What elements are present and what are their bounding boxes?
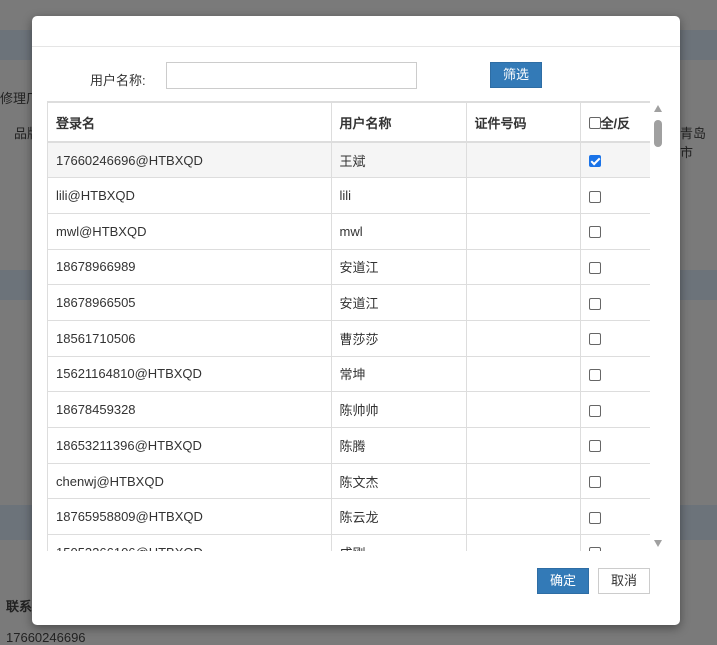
select-cell	[580, 427, 651, 464]
user-table: 登录名 用户名称 证件号码 全/反 17660246696@HTBXQD 王斌 …	[47, 101, 665, 551]
table-row[interactable]: mwl@HTBXQD mwl	[48, 213, 651, 250]
row-checkbox[interactable]	[588, 440, 601, 453]
select-cell	[580, 391, 651, 428]
user-name-cell: 成刚	[331, 534, 467, 551]
scroll-down-arrow-icon[interactable]	[654, 540, 662, 547]
id-number-cell	[466, 356, 581, 393]
filter-button[interactable]: 筛选	[490, 62, 542, 88]
table-row[interactable]: 15621164810@HTBXQD 常坤	[48, 356, 651, 393]
table-row[interactable]: 18678966989 安道江	[48, 249, 651, 286]
row-checkbox[interactable]	[588, 297, 601, 310]
user-select-dialog: 用户名称: 筛选 登录名 用户名称 证件号码 全/反 17660246696@H…	[32, 16, 680, 625]
id-number-cell	[466, 534, 581, 551]
select-all-label: 全/反	[600, 115, 631, 131]
login-name-cell: 15621164810@HTBXQD	[48, 356, 332, 393]
select-all-checkbox[interactable]	[588, 116, 601, 129]
id-number-cell	[466, 320, 581, 357]
select-cell	[580, 177, 651, 214]
id-number-cell	[466, 249, 581, 286]
scrollbar-thumb[interactable]	[654, 120, 662, 147]
id-number-cell	[466, 142, 581, 179]
login-name-cell: 18765958809@HTBXQD	[48, 498, 332, 536]
select-cell	[580, 356, 651, 393]
row-checkbox[interactable]	[588, 547, 601, 551]
user-name-cell: 陈帅帅	[331, 391, 467, 428]
confirm-button[interactable]: 确定	[537, 568, 589, 594]
user-name-cell: 曹莎莎	[331, 320, 467, 357]
select-cell	[580, 320, 651, 357]
background-label: 联系	[6, 599, 33, 614]
user-name-cell: 陈文杰	[331, 463, 467, 500]
row-checkbox[interactable]	[588, 511, 601, 524]
user-name-cell: 安道江	[331, 249, 467, 286]
header-user-name: 用户名称	[331, 103, 467, 143]
login-name-cell: 17660246696@HTBXQD	[48, 142, 332, 179]
select-cell	[580, 249, 651, 286]
table-row[interactable]: 17660246696@HTBXQD 王斌	[48, 142, 651, 179]
login-name-cell: lili@HTBXQD	[48, 177, 332, 214]
id-number-cell	[466, 177, 581, 214]
login-name-cell: mwl@HTBXQD	[48, 213, 332, 250]
table-row[interactable]: 18765958809@HTBXQD 陈云龙	[48, 498, 651, 536]
header-login-name: 登录名	[48, 103, 332, 143]
row-checkbox[interactable]	[588, 333, 601, 346]
select-cell	[580, 213, 651, 250]
table-row[interactable]: 18561710506 曹莎莎	[48, 320, 651, 357]
table-row[interactable]: 15053266106@HTBXQD 成刚	[48, 534, 651, 551]
row-checkbox[interactable]	[588, 404, 601, 417]
id-number-cell	[466, 427, 581, 464]
table-row[interactable]: 18678966505 安道江	[48, 284, 651, 321]
select-cell	[580, 463, 651, 500]
table-row[interactable]: 18678459328 陈帅帅	[48, 391, 651, 428]
login-name-cell: 18678966505	[48, 284, 332, 321]
user-name-cell: 陈云龙	[331, 498, 467, 536]
background-value: 17660246696	[6, 630, 86, 645]
row-checkbox[interactable]	[588, 369, 601, 382]
username-label: 用户名称:	[90, 73, 146, 88]
filter-bar: 用户名称: 筛选	[32, 62, 680, 92]
id-number-cell	[466, 213, 581, 250]
user-name-cell: 陈腾	[331, 427, 467, 464]
header-id-number: 证件号码	[466, 103, 581, 143]
background-label: 青岛市	[680, 126, 707, 160]
table-row[interactable]: chenwj@HTBXQD 陈文杰	[48, 463, 651, 500]
dialog-header	[32, 16, 680, 47]
login-name-cell: 18678459328	[48, 391, 332, 428]
row-checkbox[interactable]	[588, 261, 601, 274]
select-cell	[580, 498, 651, 536]
scrollbar[interactable]	[650, 101, 666, 551]
header-select-all: 全/反	[580, 103, 651, 143]
select-cell	[580, 534, 651, 551]
id-number-cell	[466, 463, 581, 500]
login-name-cell: 18678966989	[48, 249, 332, 286]
select-cell	[580, 284, 651, 321]
login-name-cell: chenwj@HTBXQD	[48, 463, 332, 500]
login-name-cell: 18653211396@HTBXQD	[48, 427, 332, 464]
username-input[interactable]	[166, 62, 417, 89]
scroll-up-arrow-icon[interactable]	[654, 105, 662, 112]
row-checkbox[interactable]	[588, 190, 601, 203]
login-name-cell: 15053266106@HTBXQD	[48, 534, 332, 551]
table-row[interactable]: lili@HTBXQD lili	[48, 177, 651, 214]
row-checkbox[interactable]	[588, 155, 601, 168]
row-checkbox[interactable]	[588, 226, 601, 239]
id-number-cell	[466, 391, 581, 428]
login-name-cell: 18561710506	[48, 320, 332, 357]
select-cell	[580, 142, 651, 179]
user-name-cell: 常坤	[331, 356, 467, 393]
user-name-cell: 安道江	[331, 284, 467, 321]
user-name-cell: 王斌	[331, 142, 467, 179]
row-checkbox[interactable]	[588, 476, 601, 489]
id-number-cell	[466, 284, 581, 321]
user-name-cell: mwl	[331, 213, 467, 250]
cancel-button[interactable]: 取消	[598, 568, 650, 594]
id-number-cell	[466, 498, 581, 536]
user-name-cell: lili	[331, 177, 467, 214]
table-row[interactable]: 18653211396@HTBXQD 陈腾	[48, 427, 651, 464]
